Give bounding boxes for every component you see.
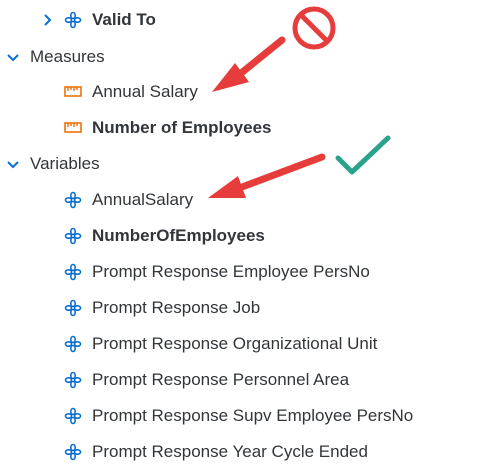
checkmark-icon: [335, 135, 391, 175]
dimension-icon: [64, 11, 82, 29]
tree-group-measures[interactable]: Measures: [6, 39, 105, 75]
tree-item-variable[interactable]: Prompt Response Job: [64, 290, 260, 326]
tree-group-label: Variables: [30, 154, 100, 173]
tree-item-label: Prompt Response Job: [92, 298, 261, 317]
tree-item-label: Prompt Response Personnel Area: [92, 370, 350, 389]
chevron-down-icon[interactable]: [6, 157, 20, 171]
tree-item-label: Prompt Response Year Cycle Ended: [92, 442, 368, 461]
tree-item-label: Prompt Response Employee PersNo: [92, 262, 370, 281]
dimension-icon: [64, 407, 82, 425]
chevron-right-icon[interactable]: [40, 13, 54, 27]
dimension-icon: [64, 371, 82, 389]
dimension-icon: [64, 335, 82, 353]
tree-item-label: Annual Salary: [92, 82, 198, 101]
tree-group-label: Measures: [30, 47, 105, 66]
tree-item-variable[interactable]: AnnualSalary: [64, 182, 193, 218]
dimension-icon: [64, 227, 82, 245]
dimension-icon: [64, 299, 82, 317]
dimension-icon: [64, 263, 82, 281]
measure-icon: [64, 83, 82, 101]
tree-item-label: Number of Employees: [92, 118, 272, 137]
tree-item-label: Prompt Response Supv Employee PersNo: [92, 406, 414, 425]
tree-item-valid-to[interactable]: Valid To: [40, 2, 156, 38]
measure-icon: [64, 119, 82, 137]
tree-item-variable[interactable]: NumberOfEmployees: [64, 218, 265, 254]
tree-item-label: Valid To: [92, 10, 156, 29]
tree-item-variable[interactable]: Prompt Response Personnel Area: [64, 362, 349, 398]
tree-item-variable[interactable]: Prompt Response Year Cycle Ended: [64, 434, 368, 470]
tree-group-variables[interactable]: Variables: [6, 146, 100, 182]
tree-item-label: NumberOfEmployees: [92, 226, 265, 245]
chevron-down-icon[interactable]: [6, 50, 20, 64]
tree-item-variable[interactable]: Prompt Response Supv Employee PersNo: [64, 398, 413, 434]
arrow-icon: [212, 36, 286, 92]
tree-item-label: AnnualSalary: [92, 190, 194, 209]
tree-item-variable[interactable]: Prompt Response Organizational Unit: [64, 326, 377, 362]
arrow-icon: [208, 153, 326, 198]
tree-item-variable[interactable]: Prompt Response Employee PersNo: [64, 254, 370, 290]
tree-item-number-of-employees[interactable]: Number of Employees: [64, 110, 272, 146]
dimension-icon: [64, 443, 82, 461]
dimension-icon: [64, 191, 82, 209]
tree-item-annual-salary[interactable]: Annual Salary: [64, 74, 198, 110]
prohibited-icon: [292, 6, 336, 50]
tree-item-label: Prompt Response Organizational Unit: [92, 334, 378, 353]
